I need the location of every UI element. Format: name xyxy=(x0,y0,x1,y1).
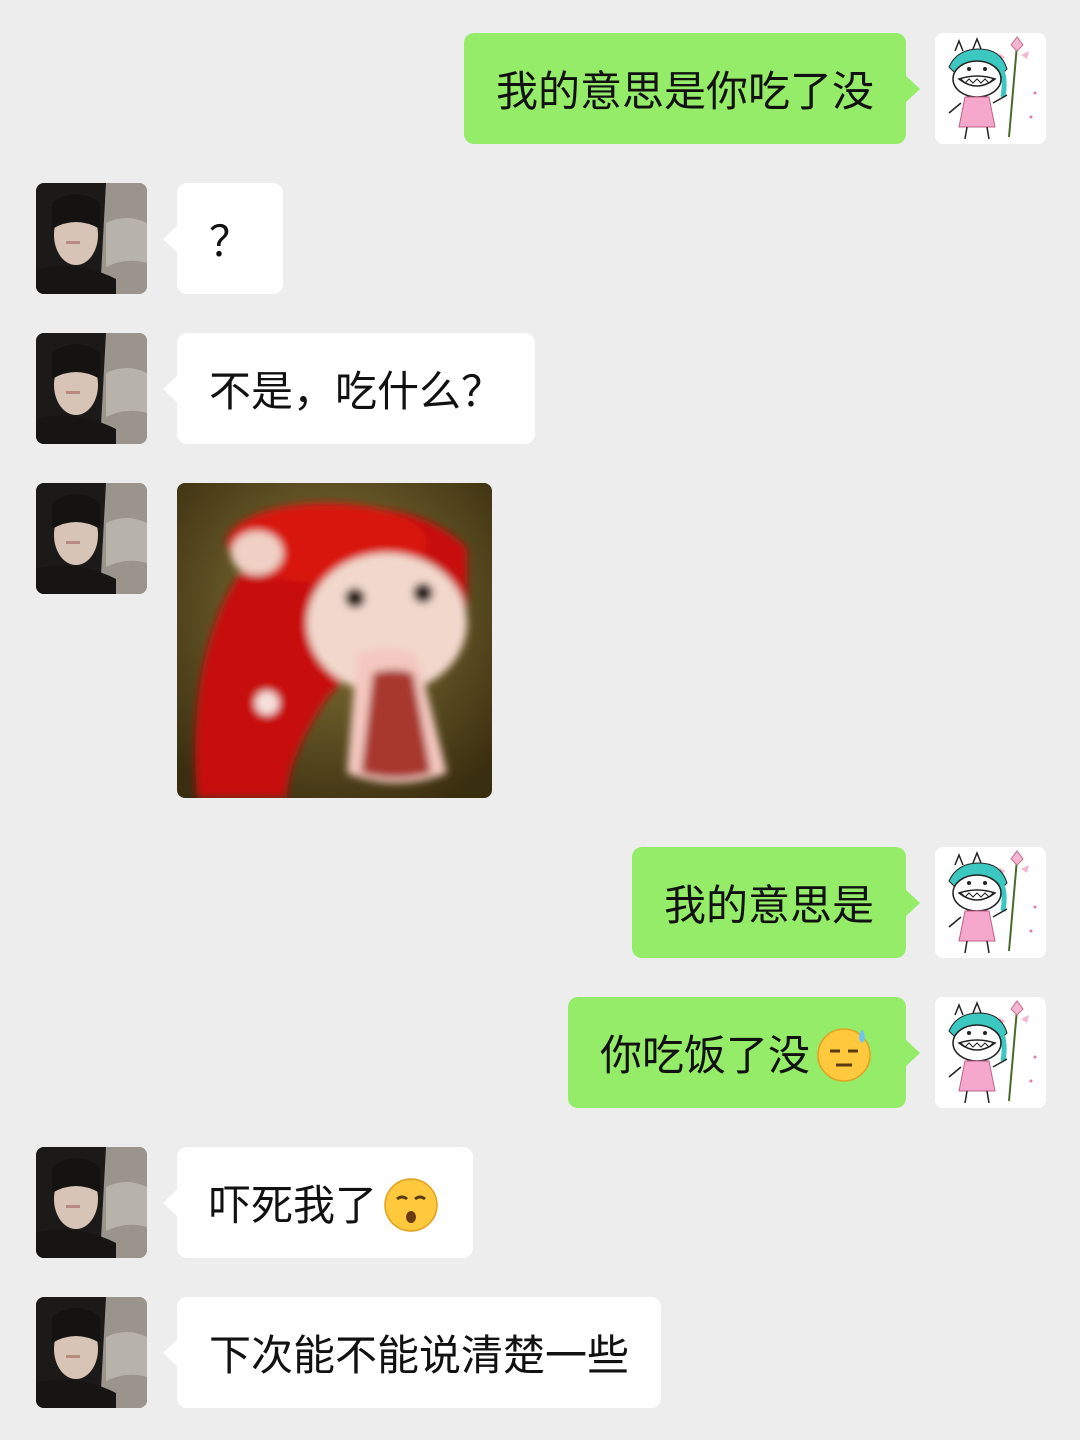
message-bubble-other[interactable]: 吓死我了 xyxy=(162,1147,474,1258)
contact-avatar[interactable] xyxy=(36,183,147,294)
message-bubble-self[interactable]: 我的意思是 xyxy=(631,847,921,958)
self-avatar[interactable] xyxy=(935,847,1046,958)
message-text: 吓死我了 xyxy=(209,1181,378,1230)
message-text: 下次能不能说清楚一些 xyxy=(209,1331,630,1380)
message-text: ？ xyxy=(209,217,252,266)
message-bubble-self[interactable]: 你吃饭了没 xyxy=(567,997,921,1108)
contact-avatar[interactable] xyxy=(36,1147,147,1258)
sweat-smile-emoji-icon xyxy=(816,1027,872,1082)
self-avatar[interactable] xyxy=(935,997,1046,1108)
message-bubble-other[interactable]: 下次能不能说清楚一些 xyxy=(162,1297,662,1408)
message-text: 你吃饭了没 xyxy=(599,1031,810,1080)
message-bubble-other[interactable]: ？ xyxy=(162,183,284,294)
message-text: 我的意思是 xyxy=(663,881,874,930)
message-bubble-self[interactable]: 我的意思是你吃了没 xyxy=(463,33,921,144)
relieved-whistle-emoji-icon xyxy=(383,1177,439,1232)
contact-avatar[interactable] xyxy=(36,333,147,444)
message-text: 不是，吃什么？ xyxy=(209,367,504,416)
sticker-image[interactable] xyxy=(177,483,492,798)
contact-avatar[interactable] xyxy=(36,1297,147,1408)
contact-avatar[interactable] xyxy=(36,483,147,594)
message-text: 我的意思是你吃了没 xyxy=(495,67,874,116)
self-avatar[interactable] xyxy=(935,33,1046,144)
message-bubble-other[interactable]: 不是，吃什么？ xyxy=(162,333,536,444)
